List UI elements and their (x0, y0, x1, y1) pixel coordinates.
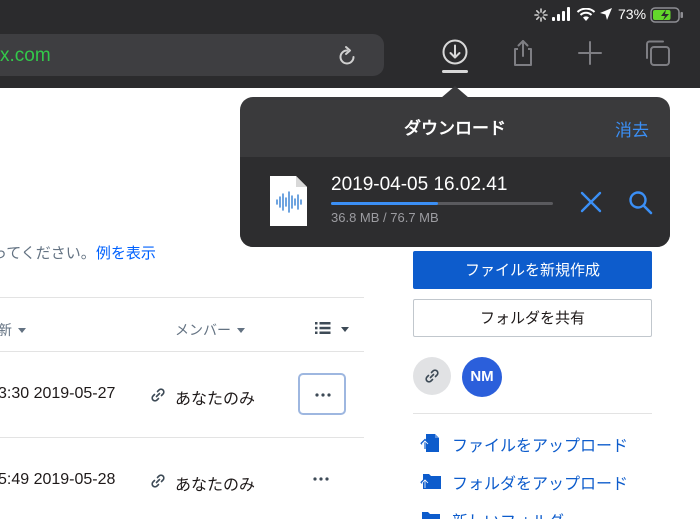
column-header-modified[interactable]: 新 (0, 320, 26, 340)
sort-caret-icon (237, 328, 245, 333)
members-value: あなたのみ (175, 477, 256, 494)
folder-upload-icon (420, 474, 441, 489)
row-divider (0, 437, 364, 438)
downloads-popover: ダウンロード 消去 2019-04-05 16.02.41 36.8 MB / … (240, 97, 670, 247)
battery-charging-icon (650, 7, 683, 23)
row-divider (0, 351, 364, 352)
link-icon (425, 369, 439, 383)
clear-downloads-button[interactable]: 消去 (615, 116, 649, 141)
address-bar[interactable]: x.com (0, 34, 384, 76)
download-size: 36.8 MB / 76.7 MB (331, 210, 439, 225)
cancel-download-icon[interactable] (580, 191, 602, 213)
show-example-link[interactable]: 例を表示 (96, 245, 156, 262)
audio-file-icon (270, 176, 307, 226)
more-actions-button[interactable] (298, 373, 346, 415)
list-view-icon (315, 322, 331, 334)
downloads-icon[interactable] (440, 38, 470, 68)
share-icon[interactable] (508, 38, 538, 68)
download-filename: 2019-04-05 16.02.41 (331, 174, 508, 195)
browser-toolbar: x.com (0, 30, 700, 88)
downloads-active-indicator (442, 70, 468, 73)
activity-spinner-icon (534, 8, 548, 22)
column-header-members[interactable]: メンバー (175, 320, 245, 340)
cellular-signal-icon (552, 7, 570, 21)
tabs-overview-icon[interactable] (643, 38, 673, 68)
members-value: あなたのみ (175, 391, 256, 408)
download-progress-bar (331, 202, 553, 205)
download-progress-fill (331, 202, 438, 205)
status-bar: 73% (0, 0, 700, 30)
create-file-button[interactable]: ファイルを新規作成 (413, 251, 652, 289)
divider (413, 413, 652, 414)
link-icon (151, 388, 165, 402)
new-folder-icon (422, 512, 440, 519)
empty-hint: ってください。例を表示 (0, 245, 156, 262)
view-options-button[interactable] (315, 321, 349, 337)
dropdown-caret-icon (341, 327, 349, 332)
more-dots-icon (315, 393, 331, 397)
copy-link-button[interactable] (413, 357, 451, 395)
battery-percent: 73% (618, 6, 647, 22)
wifi-icon (576, 8, 596, 21)
more-dots-icon (313, 477, 329, 481)
avatar[interactable]: NM (462, 357, 502, 397)
new-tab-plus-icon[interactable] (575, 38, 605, 68)
download-item[interactable]: 2019-04-05 16.02.41 36.8 MB / 76.7 MB (240, 157, 670, 247)
modified-date: 3:30 2019-05-27 (0, 385, 116, 402)
more-actions-button[interactable] (298, 459, 346, 501)
share-folder-button[interactable]: フォルダを共有 (413, 299, 652, 337)
sort-caret-icon (18, 328, 26, 333)
url-text: x.com (0, 45, 51, 66)
reveal-magnifier-icon[interactable] (628, 190, 654, 216)
modified-date: 5:49 2019-05-28 (0, 471, 116, 488)
file-upload-icon (420, 434, 439, 452)
popover-title: ダウンロード (404, 119, 506, 139)
link-icon (151, 474, 165, 488)
divider (0, 297, 364, 298)
location-arrow-icon (600, 8, 612, 20)
reload-icon[interactable] (336, 45, 358, 67)
